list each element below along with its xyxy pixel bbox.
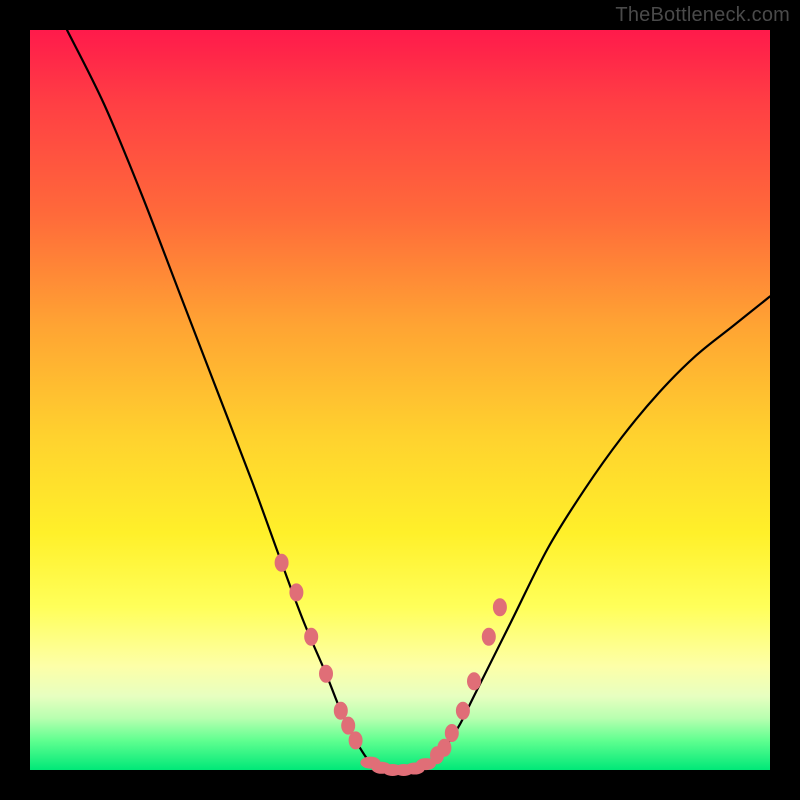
data-marker	[456, 702, 470, 720]
data-marker	[349, 731, 363, 749]
watermark-text: TheBottleneck.com	[615, 4, 790, 27]
data-marker	[334, 702, 348, 720]
data-marker	[437, 739, 451, 757]
data-marker	[319, 665, 333, 683]
data-marker	[482, 628, 496, 646]
markers-right-branch	[430, 598, 507, 764]
data-marker	[341, 717, 355, 735]
markers-flat-bottom	[360, 757, 436, 776]
data-marker	[289, 583, 303, 601]
markers-left-branch	[275, 554, 363, 750]
curve-svg	[30, 30, 770, 770]
data-marker	[275, 554, 289, 572]
bottleneck-curve	[67, 30, 770, 771]
chart-frame: TheBottleneck.com	[0, 0, 800, 800]
data-marker	[445, 724, 459, 742]
data-marker	[493, 598, 507, 616]
data-marker	[304, 628, 318, 646]
plot-area	[30, 30, 770, 770]
data-marker	[467, 672, 481, 690]
